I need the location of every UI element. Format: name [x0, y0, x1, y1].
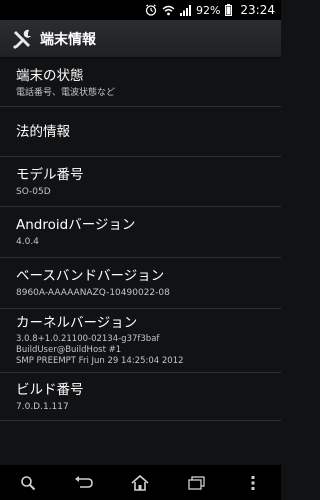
back-icon[interactable]	[64, 468, 104, 498]
item-title: 端末の状態	[16, 67, 84, 84]
menu-icon[interactable]	[233, 468, 273, 498]
settings-list: 端末の状態 電話番号、電波状態など 法的情報 モデル番号 SO-05D Andr…	[0, 59, 281, 421]
clock: 23:24	[240, 3, 275, 17]
home-icon[interactable]	[120, 468, 160, 498]
battery-percent: 92%	[195, 3, 221, 17]
alarm-icon	[145, 4, 157, 16]
item-subtitle: 4.0.4	[16, 237, 39, 247]
item-title: カーネルバージョン	[16, 315, 138, 331]
list-item-device-status[interactable]: 端末の状態 電話番号、電波状態など	[0, 59, 281, 107]
list-item-baseband-version: ベースバンドバージョン 8960A-AAAAANAZQ-10490022-08	[0, 258, 281, 309]
search-icon[interactable]	[8, 468, 48, 498]
action-bar: 端末情報	[0, 20, 281, 58]
item-title: ビルド番号	[16, 381, 84, 398]
item-title: ベースバンドバージョン	[16, 268, 165, 284]
recent-apps-icon[interactable]	[177, 468, 217, 498]
item-title: 法的情報	[16, 123, 70, 140]
list-item-android-version[interactable]: Androidバージョン 4.0.4	[0, 207, 281, 258]
item-subtitle: SO-05D	[16, 186, 51, 197]
item-subtitle: 8960A-AAAAANAZQ-10490022-08	[16, 288, 170, 298]
list-item-legal-info[interactable]: 法的情報	[0, 107, 281, 157]
item-subtitle: 7.0.D.1.117	[16, 401, 69, 412]
status-bar: 92% 23:24	[0, 0, 281, 20]
item-title: モデル番号	[16, 166, 84, 183]
list-item-build-number: ビルド番号 7.0.D.1.117	[0, 373, 281, 421]
wifi-icon	[162, 5, 175, 16]
list-item-kernel-version: カーネルバージョン 3.0.8+1.0.21100-02134-g37f3baf…	[0, 309, 281, 373]
tools-icon[interactable]	[10, 27, 34, 51]
navigation-bar	[0, 465, 281, 500]
battery-icon	[225, 4, 233, 16]
signal-icon	[179, 4, 192, 16]
list-item-model-number: モデル番号 SO-05D	[0, 157, 281, 207]
page-title: 端末情報	[40, 31, 96, 48]
item-subtitle: 3.0.8+1.0.21100-02134-g37f3baf BuildUser…	[16, 334, 184, 366]
item-title: Androidバージョン	[16, 217, 136, 233]
item-subtitle: 電話番号、電波状態など	[16, 87, 116, 98]
